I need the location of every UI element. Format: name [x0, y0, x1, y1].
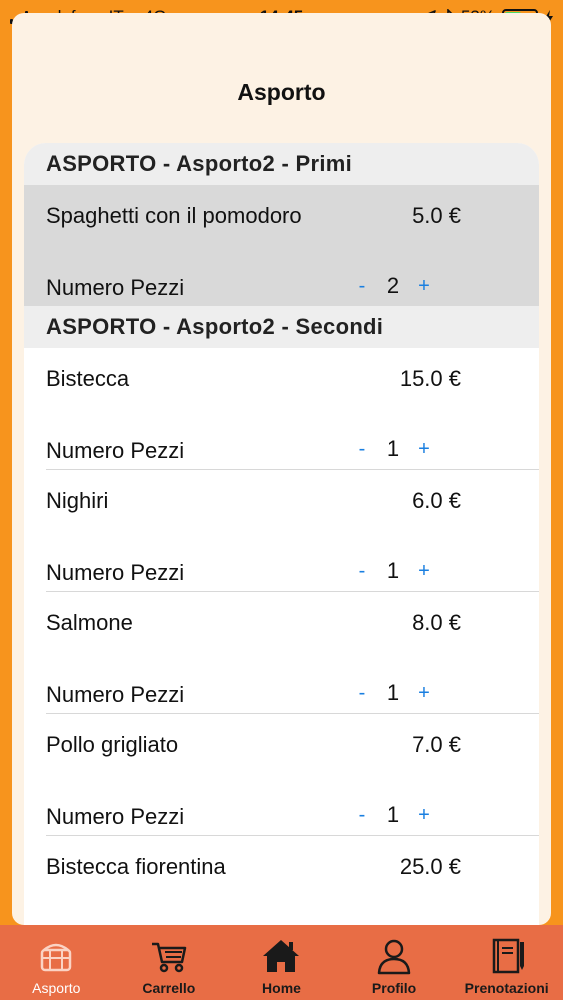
tab-bar: Asporto Carrello Home Profilo Prenotazio… [0, 925, 563, 1000]
item-name: Spaghetti con il pomodoro [46, 203, 302, 228]
decrement-button[interactable]: - [352, 804, 372, 827]
decrement-button[interactable]: - [352, 682, 372, 705]
quantity-stepper[interactable]: - 1 + [352, 802, 434, 828]
increment-button[interactable]: + [414, 275, 434, 298]
section-header-secondi: ASPORTO - Asporto2 - Secondi [24, 306, 539, 348]
tab-profilo[interactable]: Profilo [338, 925, 451, 1000]
item-price: 25.0 € [399, 854, 461, 879]
quantity-value: 2 [386, 273, 400, 298]
notebook-icon [492, 938, 524, 974]
list-item[interactable]: Bistecca 15.0 € Numero Pezzi - 1 + [46, 348, 539, 470]
home-icon [263, 940, 300, 972]
quantity-value: 1 [386, 436, 400, 461]
tab-home[interactable]: Home [225, 925, 338, 1000]
item-name: Pollo grigliato [46, 732, 179, 757]
tab-carrello[interactable]: Carrello [113, 925, 226, 1000]
quantity-stepper[interactable]: - 2 + [352, 273, 434, 299]
tab-label: Asporto [32, 980, 81, 996]
list-item[interactable]: Salmone 8.0 € Numero Pezzi - 1 + [46, 592, 539, 714]
item-price: 6.0 € [412, 488, 461, 513]
item-price: 7.0 € [412, 732, 461, 757]
quantity-stepper[interactable]: - 1 + [352, 558, 434, 584]
list-item[interactable]: Bistecca fiorentina 25.0 € [46, 836, 539, 925]
list-item[interactable]: Spaghetti con il pomodoro 5.0 € Numero P… [24, 185, 539, 306]
quantity-stepper[interactable]: - 1 + [352, 436, 434, 462]
decrement-button[interactable]: - [352, 438, 372, 461]
item-name: Bistecca fiorentina [46, 854, 226, 879]
item-name: Nighiri [46, 488, 109, 513]
tab-prenotazioni[interactable]: Prenotazioni [450, 925, 563, 1000]
decrement-button[interactable]: - [352, 275, 372, 298]
item-price: 8.0 € [412, 610, 461, 635]
list-item[interactable]: Nighiri 6.0 € Numero Pezzi - 1 + [46, 470, 539, 592]
decrement-button[interactable]: - [352, 560, 372, 583]
quantity-value: 1 [386, 558, 400, 583]
profile-icon [377, 939, 411, 975]
increment-button[interactable]: + [414, 804, 434, 827]
increment-button[interactable]: + [414, 438, 434, 461]
quantity-label: Numero Pezzi [46, 560, 185, 585]
item-price: 5.0 € [412, 203, 461, 228]
list-item[interactable]: Pollo grigliato 7.0 € Numero Pezzi - 1 + [46, 714, 539, 836]
tab-label: Carrello [142, 980, 196, 996]
quantity-label: Numero Pezzi [46, 275, 185, 300]
app-screen: Asporto ASPORTO - Asporto2 - Primi Spagh… [12, 13, 551, 925]
quantity-value: 1 [386, 680, 400, 705]
quantity-value: 1 [386, 802, 400, 827]
quantity-stepper[interactable]: - 1 + [352, 680, 434, 706]
quantity-label: Numero Pezzi [46, 438, 185, 463]
item-price: 15.0 € [399, 366, 461, 391]
section-header-primi: ASPORTO - Asporto2 - Primi [24, 143, 539, 185]
item-name: Salmone [46, 610, 133, 635]
page-title: Asporto [237, 79, 326, 105]
tab-label: Prenotazioni [464, 980, 549, 996]
order-list[interactable]: ASPORTO - Asporto2 - Primi Spaghetti con… [24, 143, 539, 925]
tab-label: Home [262, 980, 301, 996]
increment-button[interactable]: + [414, 682, 434, 705]
item-name: Bistecca [46, 366, 130, 391]
tab-label: Profilo [371, 980, 417, 996]
quantity-label: Numero Pezzi [46, 682, 185, 707]
tab-asporto[interactable]: Asporto [0, 925, 113, 1000]
takeaway-icon [41, 943, 72, 972]
cart-icon [151, 942, 187, 973]
increment-button[interactable]: + [414, 560, 434, 583]
quantity-label: Numero Pezzi [46, 804, 185, 829]
